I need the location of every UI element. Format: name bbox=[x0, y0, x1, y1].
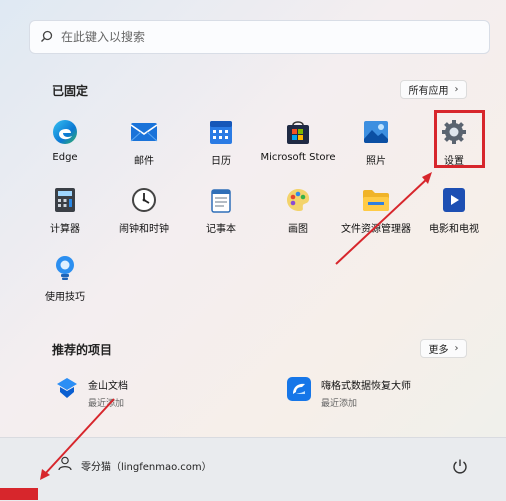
corner-marker bbox=[0, 488, 38, 500]
annotation-arrows bbox=[40, 172, 432, 480]
arrow-to-settings bbox=[335, 177, 429, 265]
arrow-to-user bbox=[43, 398, 115, 476]
